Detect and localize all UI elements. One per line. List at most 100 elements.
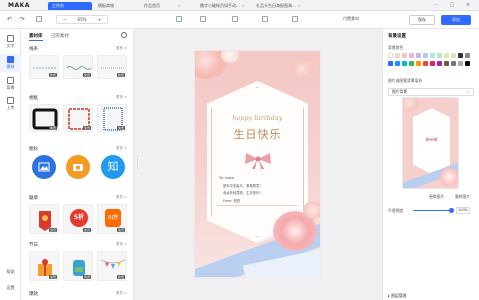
more-link[interactable]: 更多 > [116,195,127,200]
more-link[interactable]: 更多 > [116,291,127,296]
more-link[interactable]: 更多 > [116,46,127,51]
nav-help[interactable]: 帮助 [0,269,21,275]
opacity-slider[interactable] [413,210,451,211]
holiday-thumb[interactable]: 免费 [29,251,59,281]
nav-text[interactable]: 文字 [0,35,21,49]
color-swatch[interactable] [423,53,428,58]
color-swatch[interactable] [416,53,421,58]
tab-workspace[interactable]: 工作台 [48,2,92,10]
paid-material-link[interactable]: 付费素材 [343,16,359,22]
zhihu-icon[interactable]: 知 [101,155,125,179]
layer-manager-toggle[interactable]: ▸ 图层管理 [388,293,406,299]
bg-image-preview[interactable] [402,97,459,189]
undo-icon[interactable]: ↶ [7,15,12,24]
color-swatch[interactable] [430,53,435,58]
line-thumb[interactable]: 免费 [29,55,59,79]
export-button[interactable]: 导出 [441,15,471,25]
bow-icon[interactable] [243,151,273,169]
zoom-in-button[interactable]: + [98,16,101,23]
zoom-control: − 65% + [56,15,108,24]
redo-icon[interactable]: ↷ [20,15,25,24]
free-badge: 免费 [116,275,125,279]
close-icon[interactable]: × [298,2,301,10]
color-swatch[interactable] [458,61,463,66]
preview-icon[interactable] [292,16,298,22]
layout-icon[interactable] [36,16,42,22]
nav-material[interactable]: 素材 [0,54,21,72]
grid-icon[interactable] [262,16,268,22]
color-swatch[interactable] [402,61,407,66]
nav-background[interactable]: 背景 [0,77,21,91]
badge-thumb[interactable]: 川万 会员 [97,204,127,234]
align-icon[interactable] [176,16,182,22]
free-badge: 免费 [82,126,91,130]
line-thumb[interactable]: 免费 [97,55,127,79]
nav-upload[interactable]: 上传 [0,97,21,111]
section-title: 爆款 [29,292,38,297]
line-thumb[interactable]: 免费 [63,55,93,79]
color-swatch[interactable] [388,53,393,58]
color-swatch[interactable] [451,61,456,66]
more-link[interactable]: 更多 > [116,146,127,151]
camera-icon[interactable] [66,155,90,179]
frame-thumb[interactable]: 免费 [97,104,127,132]
close-icon[interactable]: × [178,2,181,10]
color-swatch[interactable] [416,61,421,66]
color-swatch[interactable] [465,53,470,58]
frame-thumb[interactable]: 免费 [29,104,59,132]
tab-document-2[interactable]: 礼品卡生日海报图海... × [252,2,304,10]
color-swatch[interactable] [437,53,442,58]
more-link[interactable]: 更多 > [116,95,127,100]
tab-document-1[interactable]: 撸字小破帐页如手动... × [196,2,248,10]
color-swatch[interactable] [430,61,435,66]
holiday-thumb[interactable]: 免费 [63,251,93,281]
tab-template-store[interactable]: 模板商城 [94,2,138,10]
delete-image-link[interactable]: 删除图片 [455,194,470,200]
opacity-label: 不透明度 [388,208,404,213]
copy-icon[interactable] [200,16,206,22]
material-icon [7,56,14,63]
tab-works-home[interactable]: 作品首页 × [140,2,184,10]
search-icon[interactable] [121,32,127,38]
replace-image-link[interactable]: 更换图片 [429,194,444,200]
color-swatch[interactable] [423,61,428,66]
save-button[interactable]: 保存 [409,15,435,25]
section-title: 节日 [29,243,38,248]
image-icon[interactable] [32,155,56,179]
layer-icon[interactable] [232,16,238,22]
color-swatch[interactable] [451,53,456,58]
color-swatch[interactable] [388,61,393,66]
opacity-value[interactable]: 100% [456,207,470,214]
poster-message[interactable]: To: maka 愿你平安喜乐，事事顺意！ 永远年轻漂亮，生日快乐！ From:… [219,175,263,205]
editor-toolbar: ↶ ↷ − 65% + 付费素材 保存 导出 [0,11,479,29]
color-swatch[interactable] [395,61,400,66]
zoom-out-button[interactable]: − [63,16,66,23]
badge-thumb[interactable]: 5折 会员 [63,204,93,234]
bg-type-select[interactable]: 图片背景 ⌄ [388,88,474,96]
more-link[interactable]: 更多 > [116,242,127,247]
color-swatch[interactable] [409,61,414,66]
color-swatch[interactable] [444,61,449,66]
badge-thumb[interactable]: 会员 [29,204,59,234]
tab-purchased-material[interactable]: 已购素材 [51,33,69,40]
flower-decoration [221,51,239,63]
nav-settings[interactable]: 设置 [0,285,21,291]
zoom-value[interactable]: 65% [78,16,87,23]
color-swatch[interactable] [395,53,400,58]
close-icon[interactable]: × [242,2,245,10]
color-swatch[interactable] [458,53,463,58]
tab-material-library[interactable]: 素材库 [29,33,43,41]
holiday-thumb[interactable]: 免费 [97,251,127,281]
color-swatch[interactable] [402,53,407,58]
window-controls[interactable]: – □ × [435,2,475,8]
poster-title[interactable]: 生日快乐 [195,126,320,142]
color-swatch[interactable] [444,53,449,58]
free-badge: 免费 [48,275,57,279]
color-swatch[interactable] [437,61,442,66]
frame-thumb[interactable]: 免费 [63,104,93,132]
color-swatch[interactable] [409,53,414,58]
poster-canvas[interactable]: happy birthday 生日快乐 To: maka 愿你平安喜乐，事事顺意… [195,51,320,277]
color-swatch[interactable] [465,61,470,66]
opacity-slider-handle[interactable] [449,208,454,213]
poster-subtitle[interactable]: happy birthday [195,115,320,122]
